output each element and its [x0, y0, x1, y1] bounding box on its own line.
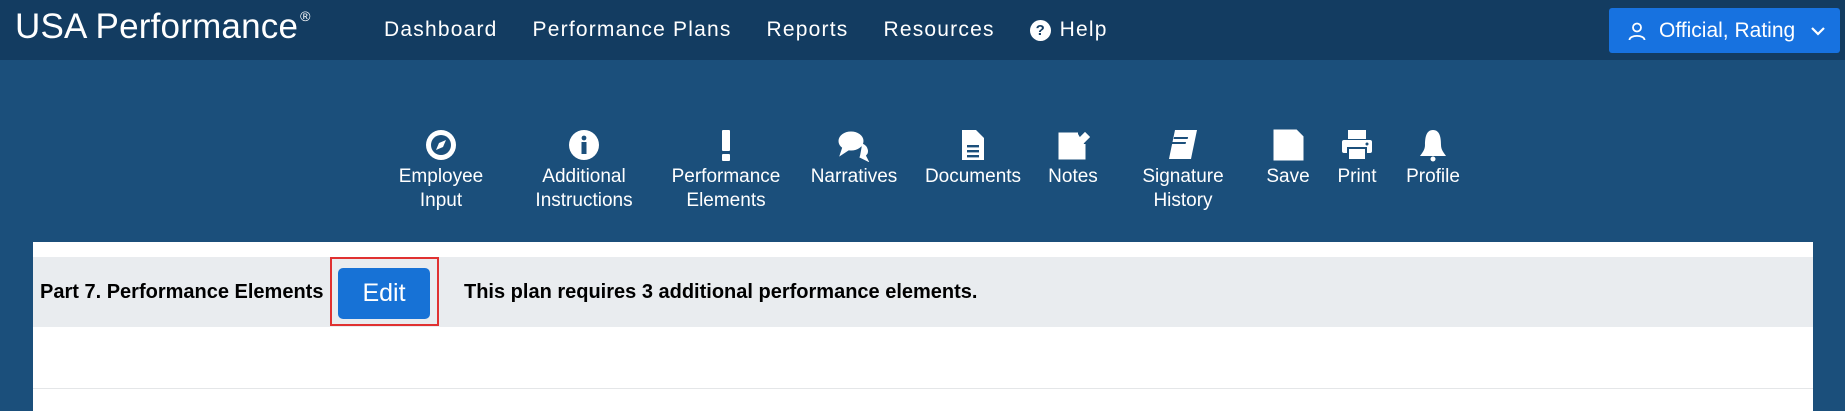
book-icon — [1169, 130, 1197, 159]
toolbar-notes[interactable]: Notes — [1044, 128, 1102, 189]
top-navbar: USA Performance ® Dashboard Performance P… — [0, 0, 1845, 60]
toolbar-employee-input[interactable]: Employee Input — [398, 128, 484, 213]
toolbar-label: Employee Input — [398, 166, 484, 211]
edit-button[interactable]: Edit — [338, 268, 430, 319]
nav-help[interactable]: ? Help — [1029, 18, 1108, 42]
user-icon — [1628, 22, 1646, 40]
section-row: Part 7. Performance Elements Edit This p… — [33, 257, 1813, 327]
toolbar-signature-history[interactable]: Signature History — [1137, 128, 1229, 213]
section-title: Part 7. Performance Elements — [40, 281, 324, 303]
info-circle-icon — [569, 130, 599, 160]
toolbar-performance-elements[interactable]: Performance Elements — [671, 128, 781, 213]
exclamation-icon — [722, 130, 730, 161]
registered-mark: ® — [300, 8, 311, 25]
divider — [33, 388, 1813, 389]
toolbar-profile[interactable]: Profile — [1401, 128, 1465, 189]
user-menu-button[interactable]: Official, Rating — [1609, 8, 1840, 53]
printer-icon — [1342, 130, 1372, 161]
toolbar-label: Signature History — [1142, 166, 1224, 211]
toolbar-label: Performance Elements — [671, 166, 781, 211]
toolbar-print[interactable]: Print — [1333, 128, 1381, 189]
nav-dashboard[interactable]: Dashboard — [384, 18, 498, 42]
nav-reports[interactable]: Reports — [767, 18, 849, 42]
bell-icon — [1420, 130, 1446, 162]
edit-icon — [1058, 131, 1090, 160]
section-message: This plan requires 3 additional performa… — [464, 281, 978, 303]
content-panel: Part 7. Performance Elements Edit This p… — [33, 242, 1813, 411]
plan-toolbar: Employee Input Additional Instructions P… — [0, 128, 1845, 228]
comments-icon — [838, 131, 870, 162]
toolbar-save[interactable]: Save — [1263, 128, 1313, 189]
toolbar-label: Additional Instructions — [535, 166, 633, 211]
toolbar-documents[interactable]: Documents — [925, 128, 1021, 189]
toolbar-label: Save — [1266, 166, 1310, 187]
toolbar-narratives[interactable]: Narratives — [809, 128, 899, 189]
chevron-down-icon — [1811, 26, 1825, 36]
toolbar-label: Notes — [1048, 166, 1098, 187]
toolbar-additional-instructions[interactable]: Additional Instructions — [532, 128, 636, 213]
question-circle-icon: ? — [1029, 19, 1051, 41]
nav-resources[interactable]: Resources — [883, 18, 994, 42]
nav-performance-plans[interactable]: Performance Plans — [533, 18, 732, 42]
user-name: Official, Rating — [1659, 18, 1796, 42]
main-nav: Dashboard Performance Plans Reports Reso… — [384, 16, 1143, 44]
nav-help-label: Help — [1059, 18, 1108, 41]
compass-icon — [426, 130, 456, 160]
file-icon — [962, 130, 984, 160]
brand-logo[interactable]: USA Performance ® — [15, 7, 311, 47]
toolbar-label: Narratives — [810, 166, 898, 187]
toolbar-label: Documents — [924, 166, 1022, 187]
toolbar-label: Print — [1337, 166, 1377, 187]
floppy-disk-icon — [1273, 129, 1304, 161]
toolbar-label: Profile — [1406, 166, 1460, 187]
